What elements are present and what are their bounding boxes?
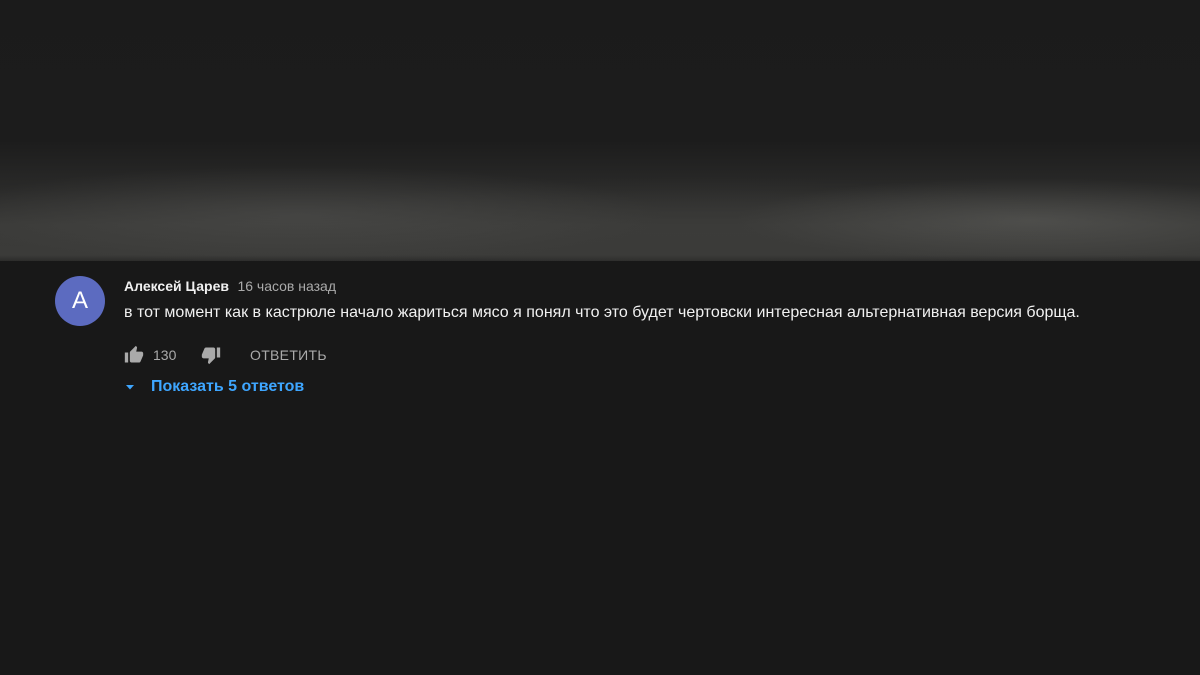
show-replies-button[interactable]: Показать 5 ответов <box>124 373 1194 401</box>
author-name[interactable]: Алексей Царев <box>124 278 229 294</box>
like-button[interactable] <box>124 345 144 365</box>
show-replies-label: Показать 5 ответов <box>151 378 305 395</box>
reply-button[interactable]: ОТВЕТИТЬ <box>250 345 327 365</box>
comment-header: Алексей Царев 16 часов назад <box>124 274 1194 298</box>
like-count: 130 <box>153 347 177 363</box>
video-player-area[interactable] <box>0 0 1200 261</box>
comment-timestamp[interactable]: 16 часов назад <box>237 278 336 294</box>
thumb-up-icon <box>124 345 144 363</box>
comment-body: Алексей Царев 16 часов назад в тот момен… <box>124 274 1194 401</box>
caret-down-icon <box>126 385 134 390</box>
comment-text: в тот момент как в кастрюле начало жарит… <box>124 304 1080 321</box>
page: A Алексей Царев 16 часов назад в тот мом… <box>0 0 1200 675</box>
thumb-down-icon <box>201 347 221 365</box>
avatar[interactable]: A <box>55 276 105 326</box>
dislike-button[interactable] <box>201 345 221 365</box>
comment-actions: 130 ОТВЕТИТЬ <box>124 337 1194 373</box>
